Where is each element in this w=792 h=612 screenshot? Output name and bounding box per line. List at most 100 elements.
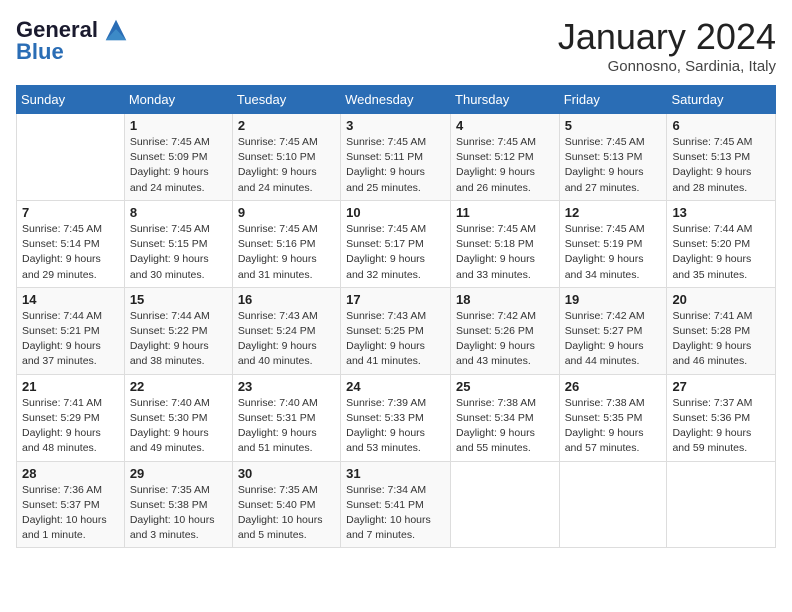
day-info: Sunrise: 7:41 AMSunset: 5:29 PMDaylight:… xyxy=(22,396,119,457)
day-number: 19 xyxy=(565,292,662,307)
calendar-table: SundayMondayTuesdayWednesdayThursdayFrid… xyxy=(16,85,776,548)
day-number: 24 xyxy=(346,379,445,394)
day-number: 29 xyxy=(130,466,227,481)
calendar-cell: 20 Sunrise: 7:41 AMSunset: 5:28 PMDayligh… xyxy=(667,287,776,374)
week-row-4: 21 Sunrise: 7:41 AMSunset: 5:29 PMDayligh… xyxy=(17,374,776,461)
calendar-cell: 3 Sunrise: 7:45 AMSunset: 5:11 PMDaylight… xyxy=(341,114,451,201)
day-number: 3 xyxy=(346,118,445,133)
day-info: Sunrise: 7:42 AMSunset: 5:26 PMDaylight:… xyxy=(456,309,554,370)
calendar-cell xyxy=(17,114,125,201)
day-number: 25 xyxy=(456,379,554,394)
calendar-cell: 29 Sunrise: 7:35 AMSunset: 5:38 PMDayligh… xyxy=(124,461,232,548)
day-number: 16 xyxy=(238,292,335,307)
day-number: 14 xyxy=(22,292,119,307)
calendar-cell: 27 Sunrise: 7:37 AMSunset: 5:36 PMDayligh… xyxy=(667,374,776,461)
day-info: Sunrise: 7:38 AMSunset: 5:34 PMDaylight:… xyxy=(456,396,554,457)
day-info: Sunrise: 7:45 AMSunset: 5:10 PMDaylight:… xyxy=(238,135,335,196)
calendar-cell xyxy=(451,461,560,548)
day-info: Sunrise: 7:45 AMSunset: 5:12 PMDaylight:… xyxy=(456,135,554,196)
calendar-cell: 22 Sunrise: 7:40 AMSunset: 5:30 PMDayligh… xyxy=(124,374,232,461)
day-number: 4 xyxy=(456,118,554,133)
day-number: 2 xyxy=(238,118,335,133)
day-info: Sunrise: 7:39 AMSunset: 5:33 PMDaylight:… xyxy=(346,396,445,457)
calendar-cell: 17Sunrise: 7:43 AMSunset: 5:25 PMDayligh… xyxy=(341,287,451,374)
day-number: 6 xyxy=(672,118,770,133)
calendar-cell: 10Sunrise: 7:45 AMSunset: 5:17 PMDayligh… xyxy=(341,200,451,287)
calendar-cell: 31Sunrise: 7:34 AMSunset: 5:41 PMDayligh… xyxy=(341,461,451,548)
week-row-1: 1 Sunrise: 7:45 AMSunset: 5:09 PMDaylight… xyxy=(17,114,776,201)
day-number: 7 xyxy=(22,205,119,220)
day-info: Sunrise: 7:45 AMSunset: 5:11 PMDaylight:… xyxy=(346,135,445,196)
day-info: Sunrise: 7:41 AMSunset: 5:28 PMDaylight:… xyxy=(672,309,770,370)
weekday-header-friday: Friday xyxy=(559,86,667,114)
month-title: January 2024 xyxy=(558,16,776,58)
day-info: Sunrise: 7:45 AMSunset: 5:18 PMDaylight:… xyxy=(456,222,554,283)
calendar-cell: 21 Sunrise: 7:41 AMSunset: 5:29 PMDayligh… xyxy=(17,374,125,461)
day-number: 11 xyxy=(456,205,554,220)
calendar-cell xyxy=(667,461,776,548)
calendar-cell: 24 Sunrise: 7:39 AMSunset: 5:33 PMDayligh… xyxy=(341,374,451,461)
day-number: 20 xyxy=(672,292,770,307)
weekday-header-wednesday: Wednesday xyxy=(341,86,451,114)
weekday-header-saturday: Saturday xyxy=(667,86,776,114)
page-header: General Blue January 2024 Gonnosno, Sard… xyxy=(16,16,776,75)
weekday-header-row: SundayMondayTuesdayWednesdayThursdayFrid… xyxy=(17,86,776,114)
week-row-3: 14Sunrise: 7:44 AMSunset: 5:21 PMDayligh… xyxy=(17,287,776,374)
day-number: 22 xyxy=(130,379,227,394)
calendar-cell: 15Sunrise: 7:44 AMSunset: 5:22 PMDayligh… xyxy=(124,287,232,374)
logo-icon xyxy=(102,16,130,44)
day-number: 1 xyxy=(130,118,227,133)
day-info: Sunrise: 7:37 AMSunset: 5:36 PMDaylight:… xyxy=(672,396,770,457)
day-info: Sunrise: 7:35 AMSunset: 5:40 PMDaylight:… xyxy=(238,483,335,544)
day-number: 5 xyxy=(565,118,662,133)
day-info: Sunrise: 7:45 AMSunset: 5:13 PMDaylight:… xyxy=(672,135,770,196)
weekday-header-thursday: Thursday xyxy=(451,86,560,114)
calendar-cell: 11 Sunrise: 7:45 AMSunset: 5:18 PMDayligh… xyxy=(451,200,560,287)
day-number: 17 xyxy=(346,292,445,307)
day-number: 8 xyxy=(130,205,227,220)
day-number: 26 xyxy=(565,379,662,394)
day-number: 21 xyxy=(22,379,119,394)
calendar-cell: 12 Sunrise: 7:45 AMSunset: 5:19 PMDayligh… xyxy=(559,200,667,287)
calendar-cell: 5Sunrise: 7:45 AMSunset: 5:13 PMDaylight… xyxy=(559,114,667,201)
day-info: Sunrise: 7:35 AMSunset: 5:38 PMDaylight:… xyxy=(130,483,227,544)
day-info: Sunrise: 7:45 AMSunset: 5:19 PMDaylight:… xyxy=(565,222,662,283)
day-info: Sunrise: 7:45 AMSunset: 5:15 PMDaylight:… xyxy=(130,222,227,283)
calendar-cell: 30 Sunrise: 7:35 AMSunset: 5:40 PMDayligh… xyxy=(232,461,340,548)
day-info: Sunrise: 7:45 AMSunset: 5:09 PMDaylight:… xyxy=(130,135,227,196)
day-info: Sunrise: 7:40 AMSunset: 5:30 PMDaylight:… xyxy=(130,396,227,457)
calendar-cell: 9Sunrise: 7:45 AMSunset: 5:16 PMDaylight… xyxy=(232,200,340,287)
day-number: 13 xyxy=(672,205,770,220)
day-info: Sunrise: 7:44 AMSunset: 5:22 PMDaylight:… xyxy=(130,309,227,370)
calendar-cell: 19 Sunrise: 7:42 AMSunset: 5:27 PMDayligh… xyxy=(559,287,667,374)
day-number: 28 xyxy=(22,466,119,481)
weekday-header-monday: Monday xyxy=(124,86,232,114)
day-number: 30 xyxy=(238,466,335,481)
logo-blue-text: Blue xyxy=(16,40,64,64)
day-info: Sunrise: 7:43 AMSunset: 5:24 PMDaylight:… xyxy=(238,309,335,370)
day-number: 10 xyxy=(346,205,445,220)
calendar-cell: 2 Sunrise: 7:45 AMSunset: 5:10 PMDaylight… xyxy=(232,114,340,201)
calendar-cell: 23 Sunrise: 7:40 AMSunset: 5:31 PMDayligh… xyxy=(232,374,340,461)
calendar-cell: 4 Sunrise: 7:45 AMSunset: 5:12 PMDaylight… xyxy=(451,114,560,201)
weekday-header-tuesday: Tuesday xyxy=(232,86,340,114)
day-number: 23 xyxy=(238,379,335,394)
day-number: 12 xyxy=(565,205,662,220)
location: Gonnosno, Sardinia, Italy xyxy=(558,58,776,75)
logo: General Blue xyxy=(16,16,130,64)
day-info: Sunrise: 7:36 AMSunset: 5:37 PMDaylight:… xyxy=(22,483,119,544)
calendar-cell: 1 Sunrise: 7:45 AMSunset: 5:09 PMDaylight… xyxy=(124,114,232,201)
calendar-cell: 28 Sunrise: 7:36 AMSunset: 5:37 PMDayligh… xyxy=(17,461,125,548)
day-info: Sunrise: 7:40 AMSunset: 5:31 PMDaylight:… xyxy=(238,396,335,457)
title-section: January 2024 Gonnosno, Sardinia, Italy xyxy=(558,16,776,75)
calendar-cell: 7Sunrise: 7:45 AMSunset: 5:14 PMDaylight… xyxy=(17,200,125,287)
calendar-cell: 13Sunrise: 7:44 AMSunset: 5:20 PMDayligh… xyxy=(667,200,776,287)
day-number: 27 xyxy=(672,379,770,394)
day-info: Sunrise: 7:38 AMSunset: 5:35 PMDaylight:… xyxy=(565,396,662,457)
day-info: Sunrise: 7:42 AMSunset: 5:27 PMDaylight:… xyxy=(565,309,662,370)
day-info: Sunrise: 7:45 AMSunset: 5:16 PMDaylight:… xyxy=(238,222,335,283)
calendar-cell: 14Sunrise: 7:44 AMSunset: 5:21 PMDayligh… xyxy=(17,287,125,374)
calendar-cell: 16 Sunrise: 7:43 AMSunset: 5:24 PMDayligh… xyxy=(232,287,340,374)
calendar-cell: 6 Sunrise: 7:45 AMSunset: 5:13 PMDaylight… xyxy=(667,114,776,201)
day-number: 18 xyxy=(456,292,554,307)
